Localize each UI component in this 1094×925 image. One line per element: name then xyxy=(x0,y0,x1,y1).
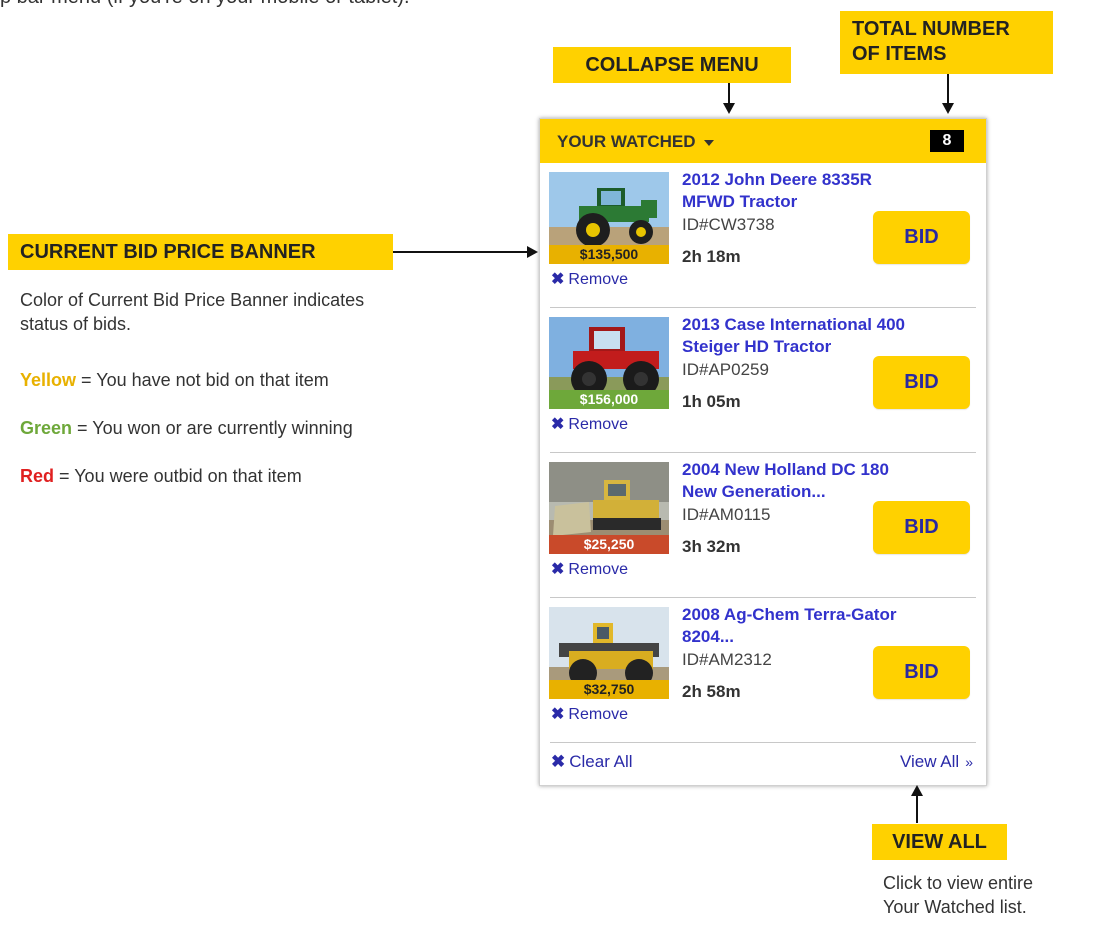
arrow-total-items xyxy=(947,74,949,105)
item-id: ID#AM2312 xyxy=(682,650,772,669)
legend-red-word: Red xyxy=(20,466,55,486)
watched-item: $32,750 ✖ Remove 2008 Ag-Chem Terra-Gator… xyxy=(540,598,986,743)
item-title-line2: Steiger HD Tractor xyxy=(682,337,832,356)
remove-link[interactable]: ✖ Remove xyxy=(551,269,628,289)
close-icon: ✖ xyxy=(551,706,565,723)
remove-label: Remove xyxy=(568,416,628,433)
bid-button[interactable]: BID xyxy=(873,501,970,554)
your-watched-widget: YOUR WATCHED 8 $135,500 ✖ Remove 2012 Joh… xyxy=(539,118,987,786)
callout-view-all: VIEW ALL xyxy=(872,824,1007,860)
callout-current-bid: CURRENT BID PRICE BANNER xyxy=(8,234,393,270)
current-bid-price-banner: $156,000 xyxy=(549,390,669,409)
legend-green-word: Green xyxy=(20,418,73,438)
view-all-description-line1: Click to view entire xyxy=(883,873,1034,893)
watched-item: $135,500 ✖ Remove 2012 John Deere 8335R M… xyxy=(540,163,986,308)
view-all-link[interactable]: View All » xyxy=(900,752,973,772)
watched-item: $25,250 ✖ Remove 2004 New Holland DC 180 … xyxy=(540,453,986,598)
item-thumbnail[interactable]: $25,250 xyxy=(549,462,669,554)
bid-button[interactable]: BID xyxy=(873,356,970,409)
arrow-head-total-items xyxy=(942,103,954,114)
remove-label: Remove xyxy=(568,561,628,578)
item-title-link[interactable]: 2012 John Deere 8335R MFWD Tractor xyxy=(682,169,962,213)
item-title-line1: 2012 John Deere 8335R xyxy=(682,170,872,189)
item-title-line1: 2004 New Holland DC 180 xyxy=(682,460,889,479)
close-icon: ✖ xyxy=(551,561,565,578)
widget-header[interactable]: YOUR WATCHED 8 xyxy=(540,119,986,163)
view-all-description: Click to view entire Your Watched list. xyxy=(883,871,1033,919)
item-title-line2: MFWD Tractor xyxy=(682,192,798,211)
remove-link[interactable]: ✖ Remove xyxy=(551,704,628,724)
item-title-link[interactable]: 2013 Case International 400 Steiger HD T… xyxy=(682,314,962,358)
legend-red-text: = You were outbid on that item xyxy=(54,466,302,486)
current-bid-price-banner: $135,500 xyxy=(549,245,669,264)
legend-green-text: = You won or are currently winning xyxy=(72,418,353,438)
callout-collapse-menu: COLLAPSE MENU xyxy=(553,47,791,83)
page-top-text: p bar menu (if you're on your mobile or … xyxy=(0,0,410,9)
current-bid-price-banner: $32,750 xyxy=(549,680,669,699)
watched-item: $156,000 ✖ Remove 2013 Case International… xyxy=(540,308,986,453)
arrow-collapse-menu xyxy=(728,83,730,105)
arrow-view-all xyxy=(916,795,918,823)
item-title-line2: 8204... xyxy=(682,627,734,646)
callout-total-items: TOTAL NUMBER OF ITEMS xyxy=(840,11,1053,74)
current-bid-price-banner: $25,250 xyxy=(549,535,669,554)
callout-total-items-line2: OF ITEMS xyxy=(852,43,947,65)
item-id: ID#CW3738 xyxy=(682,215,775,234)
clear-all-label: Clear All xyxy=(569,752,633,771)
item-time-left: 3h 32m xyxy=(682,537,741,556)
item-title-link[interactable]: 2008 Ag-Chem Terra-Gator 8204... xyxy=(682,604,962,648)
widget-title: YOUR WATCHED xyxy=(557,132,696,151)
bid-button[interactable]: BID xyxy=(873,646,970,699)
remove-label: Remove xyxy=(568,271,628,288)
close-icon: ✖ xyxy=(551,416,565,433)
item-title-line1: 2008 Ag-Chem Terra-Gator xyxy=(682,605,897,624)
item-time-left: 1h 05m xyxy=(682,392,741,411)
legend-yellow: Yellow = You have not bid on that item xyxy=(20,370,329,391)
bid-banner-description-line1: Color of Current Bid Price Banner indica… xyxy=(20,290,365,310)
item-thumbnail[interactable]: $32,750 xyxy=(549,607,669,699)
legend-red: Red = You were outbid on that item xyxy=(20,466,302,487)
arrow-head-current-bid xyxy=(527,246,538,258)
collapse-menu-toggle[interactable]: YOUR WATCHED xyxy=(557,132,714,152)
widget-footer: ✖ Clear All View All » xyxy=(540,740,986,785)
arrow-head-collapse-menu xyxy=(723,103,735,114)
legend-green: Green = You won or are currently winning xyxy=(20,418,353,439)
bid-banner-description: Color of Current Bid Price Banner indica… xyxy=(20,288,364,336)
close-icon: ✖ xyxy=(551,752,566,771)
remove-link[interactable]: ✖ Remove xyxy=(551,414,628,434)
legend-yellow-word: Yellow xyxy=(20,370,77,390)
caret-down-icon xyxy=(703,139,714,146)
legend-yellow-text: = You have not bid on that item xyxy=(76,370,329,390)
view-all-label: View All xyxy=(899,752,960,771)
double-chevron-right-icon: » xyxy=(965,754,973,770)
remove-label: Remove xyxy=(568,706,628,723)
bid-button[interactable]: BID xyxy=(873,211,970,264)
item-title-line2: New Generation... xyxy=(682,482,826,501)
remove-link[interactable]: ✖ Remove xyxy=(551,559,628,579)
item-id: ID#AP0259 xyxy=(682,360,769,379)
view-all-description-line2: Your Watched list. xyxy=(883,897,1027,917)
item-thumbnail[interactable]: $156,000 xyxy=(549,317,669,409)
item-thumbnail[interactable]: $135,500 xyxy=(549,172,669,264)
item-time-left: 2h 18m xyxy=(682,247,741,266)
item-title-link[interactable]: 2004 New Holland DC 180 New Generation..… xyxy=(682,459,962,503)
item-count-badge: 8 xyxy=(930,130,964,152)
item-time-left: 2h 58m xyxy=(682,682,741,701)
callout-total-items-line1: TOTAL NUMBER xyxy=(852,18,1010,40)
bid-banner-description-line2: status of bids. xyxy=(20,314,132,334)
item-title-line1: 2013 Case International 400 xyxy=(682,315,906,334)
close-icon: ✖ xyxy=(551,271,565,288)
arrow-current-bid xyxy=(393,251,528,253)
clear-all-link[interactable]: ✖ Clear All xyxy=(551,752,633,772)
item-id: ID#AM0115 xyxy=(682,505,771,524)
